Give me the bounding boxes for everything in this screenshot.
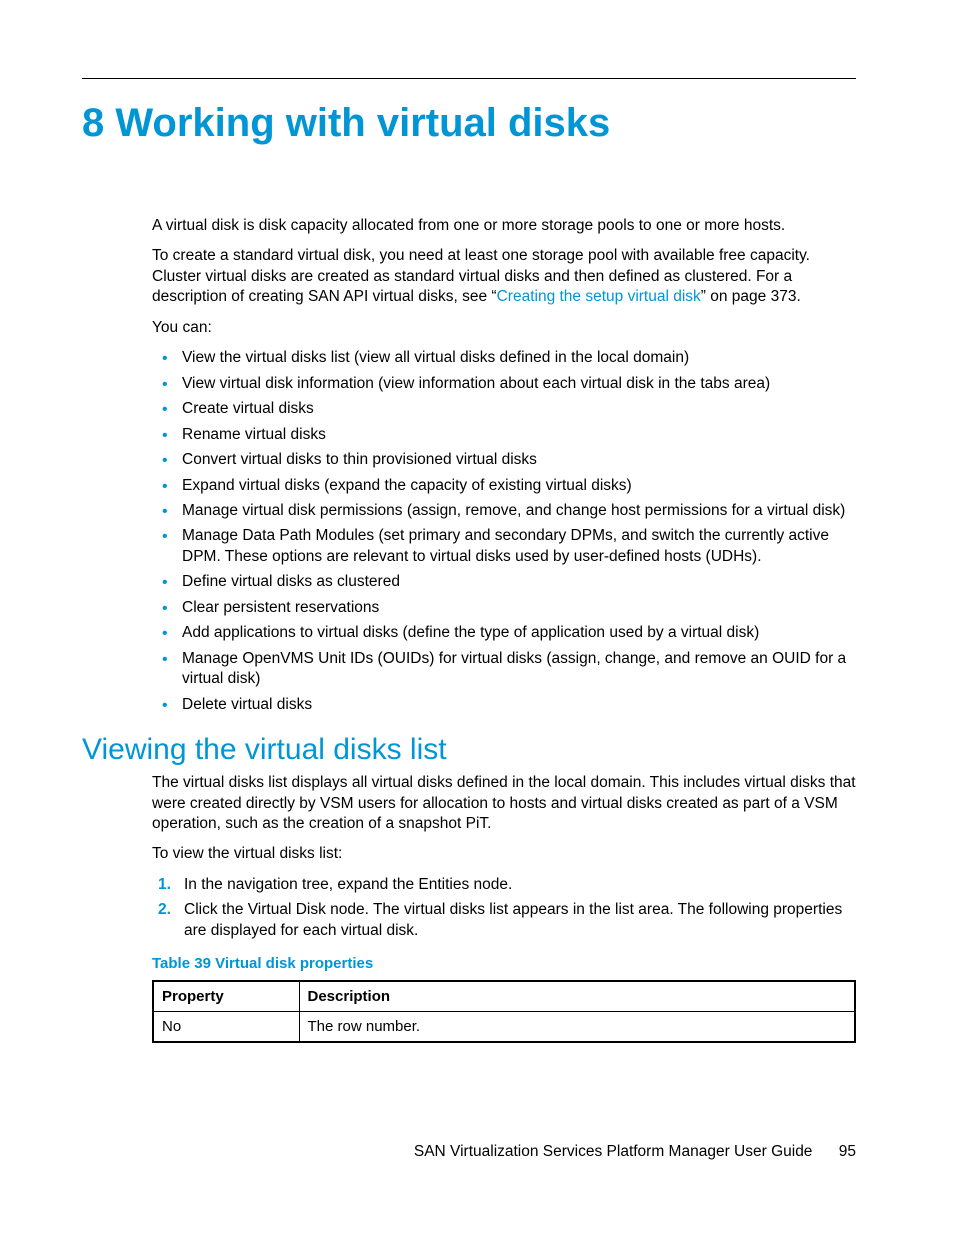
- list-item: Create virtual disks: [152, 399, 856, 419]
- list-item: View virtual disk information (view info…: [152, 374, 856, 394]
- footer-text: SAN Virtualization Services Platform Man…: [414, 1143, 813, 1160]
- list-item: Clear persistent reservations: [152, 598, 856, 618]
- chapter-title: Working with virtual disks: [115, 101, 610, 145]
- list-item: Define virtual disks as clustered: [152, 572, 856, 592]
- top-rule: [82, 78, 856, 79]
- intro-paragraph-1: A virtual disk is disk capacity allocate…: [152, 216, 856, 236]
- intro-block: A virtual disk is disk capacity allocate…: [152, 216, 856, 715]
- section-body: The virtual disks list displays all virt…: [152, 773, 856, 1043]
- list-item: Manage Data Path Modules (set primary an…: [152, 526, 856, 567]
- capabilities-list: View the virtual disks list (view all vi…: [152, 348, 856, 715]
- step-item: Click the Virtual Disk node. The virtual…: [152, 900, 856, 941]
- td-description: The row number.: [299, 1012, 855, 1043]
- list-item: Add applications to virtual disks (defin…: [152, 623, 856, 643]
- chapter-heading: 8 Working with virtual disks: [82, 101, 856, 146]
- properties-table: Property Description No The row number.: [152, 980, 856, 1043]
- table-row: No The row number.: [153, 1012, 855, 1043]
- intro-p2-b: ” on page 373.: [701, 288, 801, 305]
- you-can-label: You can:: [152, 318, 856, 338]
- section-heading: Viewing the virtual disks list: [82, 733, 856, 767]
- document-page: 8 Working with virtual disks A virtual d…: [0, 0, 954, 1235]
- th-description: Description: [299, 981, 855, 1012]
- list-item: View the virtual disks list (view all vi…: [152, 348, 856, 368]
- td-property: No: [153, 1012, 299, 1043]
- section-p1: The virtual disks list displays all virt…: [152, 773, 856, 834]
- step-item: In the navigation tree, expand the Entit…: [152, 875, 856, 895]
- page-number: 95: [839, 1143, 856, 1160]
- list-item: Rename virtual disks: [152, 425, 856, 445]
- list-item: Delete virtual disks: [152, 695, 856, 715]
- section-p2: To view the virtual disks list:: [152, 844, 856, 864]
- list-item: Manage OpenVMS Unit IDs (OUIDs) for virt…: [152, 649, 856, 690]
- table-caption: Table 39 Virtual disk properties: [152, 955, 856, 972]
- link-creating-setup-virtual-disk[interactable]: Creating the setup virtual disk: [497, 288, 701, 305]
- chapter-number: 8: [82, 101, 104, 145]
- th-property: Property: [153, 981, 299, 1012]
- steps-list: In the navigation tree, expand the Entit…: [152, 875, 856, 941]
- list-item: Manage virtual disk permissions (assign,…: [152, 501, 856, 521]
- table-header-row: Property Description: [153, 981, 855, 1012]
- page-footer: SAN Virtualization Services Platform Man…: [414, 1143, 856, 1161]
- list-item: Convert virtual disks to thin provisione…: [152, 450, 856, 470]
- list-item: Expand virtual disks (expand the capacit…: [152, 476, 856, 496]
- intro-paragraph-2: To create a standard virtual disk, you n…: [152, 246, 856, 307]
